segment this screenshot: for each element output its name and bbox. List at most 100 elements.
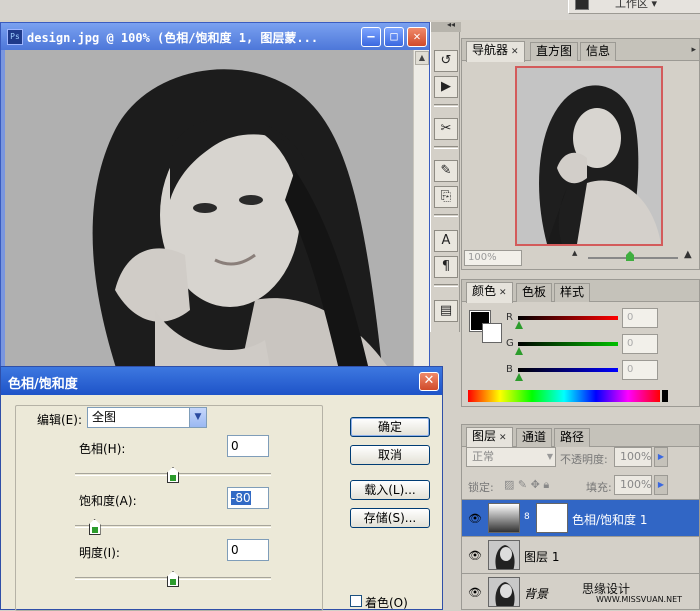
fill-label: 填充: (586, 481, 612, 494)
channel-b-input[interactable]: 0 (622, 360, 658, 380)
document-title-bar[interactable]: Ps design.jpg @ 100% (色相/饱和度 1, 图层蒙... –… (1, 23, 429, 50)
channel-b-slider[interactable] (518, 368, 618, 372)
dialog-title-bar[interactable]: 色相/饱和度 ✕ (1, 367, 442, 395)
palette-well: ◂◂ ↺ ▶ ✂ ✎ ⎘ A ¶ ▤ (430, 20, 461, 332)
layer-thumbnail (488, 540, 520, 570)
color-tabs: 颜色 ✕ 色板 样式 (462, 280, 699, 303)
zoom-out-icon[interactable]: ▲ (572, 249, 577, 257)
tool-separator (434, 284, 458, 287)
close-dialog-button[interactable]: ✕ (419, 372, 439, 391)
canvas-photo[interactable] (5, 50, 413, 395)
layer-mask-thumbnail[interactable] (536, 503, 568, 533)
chevron-down-icon: ▼ (546, 452, 553, 461)
load-button[interactable]: 载入(L)... (350, 480, 430, 500)
watermark: 思缘设计 WWW.MISSVUAN.NET (582, 580, 700, 610)
scroll-up-button[interactable]: ▲ (415, 51, 429, 65)
channel-g-label: G (506, 338, 514, 349)
channel-b-thumb[interactable] (515, 373, 523, 381)
colorize-label: 着色(O) (365, 596, 408, 610)
navigator-thumbnail[interactable] (515, 66, 663, 246)
tab-color[interactable]: 颜色 ✕ (466, 282, 513, 303)
hue-saturation-dialog: 色相/饱和度 ✕ 编辑(E): 全图 ▼ 色相(H): 0 饱和度(A): -8… (0, 366, 443, 611)
color-spectrum-bar[interactable] (468, 390, 660, 402)
minimize-button[interactable]: – (361, 27, 381, 47)
channel-r-slider[interactable] (518, 316, 618, 320)
blend-mode-select[interactable]: 正常 ▼ (466, 447, 556, 467)
tab-navigator[interactable]: 导航器 ✕ (466, 41, 525, 62)
tab-styles[interactable]: 样式 (554, 283, 591, 302)
dialog-title: 色相/饱和度 (8, 377, 78, 392)
tools-icon[interactable]: ✂ (434, 118, 458, 140)
channel-r-thumb[interactable] (515, 321, 523, 329)
eye-icon[interactable]: 👁︎ (468, 512, 482, 525)
cancel-button[interactable]: 取消 (350, 445, 430, 465)
close-tab-icon[interactable]: ✕ (499, 433, 507, 443)
actions-play-icon[interactable]: ▶ (434, 76, 458, 98)
document-title: design.jpg @ 100% (色相/饱和度 1, 图层蒙... (27, 31, 319, 45)
tab-paths[interactable]: 路径 (554, 428, 591, 447)
opacity-input[interactable]: 100% (614, 447, 652, 467)
tab-swatches[interactable]: 色板 (516, 283, 553, 302)
opacity-arrow-icon[interactable]: ▶ (654, 447, 668, 467)
chevron-down-icon[interactable]: ▼ (189, 408, 206, 427)
tab-channels[interactable]: 通道 (516, 428, 553, 447)
eye-icon[interactable]: 👁︎ (468, 586, 482, 599)
notes-icon[interactable]: ▤ (434, 300, 458, 322)
zoom-slider-thumb[interactable] (626, 251, 634, 261)
navigator-zoom-field[interactable]: 100% (464, 250, 522, 266)
save-button[interactable]: 存储(S)... (350, 508, 430, 528)
hue-input[interactable]: 0 (227, 435, 269, 457)
tool-separator (434, 214, 458, 217)
fill-arrow-icon[interactable]: ▶ (654, 475, 668, 495)
document-window: Ps design.jpg @ 100% (色相/饱和度 1, 图层蒙... –… (0, 22, 430, 422)
tool-separator (434, 146, 458, 149)
eye-icon[interactable]: 👁︎ (468, 549, 482, 562)
collapse-icon: ◂◂ (447, 20, 456, 29)
maximize-button[interactable]: □ (384, 27, 404, 47)
watermark-url: WWW.MISSVUAN.NET (596, 595, 683, 604)
close-tab-icon[interactable]: ✕ (499, 288, 507, 298)
layers-tabs: 图层 ✕ 通道 路径 (462, 425, 699, 448)
workspace-icon (575, 0, 589, 10)
clone-source-icon[interactable]: ⎘ (434, 186, 458, 208)
workspace-menu[interactable]: 工作区 ▾ (568, 0, 700, 14)
saturation-slider-track[interactable] (75, 525, 271, 528)
background-color-swatch[interactable] (482, 323, 502, 343)
layer-row[interactable]: 👁︎ 图层 1 (462, 536, 699, 573)
character-icon[interactable]: A (434, 230, 458, 252)
paragraph-icon[interactable]: ¶ (434, 256, 458, 278)
channel-r-label: R (506, 312, 513, 323)
tab-info[interactable]: 信息 (580, 42, 617, 61)
document-scrollbar[interactable]: ▲ (413, 50, 429, 390)
layer-name: 图层 1 (524, 550, 560, 564)
lightness-label: 明度(I): (79, 546, 120, 560)
channel-r-input[interactable]: 0 (622, 308, 658, 328)
saturation-input[interactable]: -80 (227, 487, 269, 509)
tab-histogram[interactable]: 直方图 (530, 42, 579, 61)
layer-row[interactable]: 👁︎ 8 色相/饱和度 1 (462, 499, 699, 536)
zoom-in-icon[interactable]: ▲ (684, 249, 692, 260)
palette-grip[interactable]: ◂◂ (431, 20, 461, 32)
lightness-input[interactable]: 0 (227, 539, 269, 561)
panel-menu-icon[interactable]: ▸ (691, 45, 696, 55)
history-brush-icon[interactable]: ↺ (434, 50, 458, 72)
black-swatch[interactable] (662, 390, 668, 402)
channel-g-input[interactable]: 0 (622, 334, 658, 354)
ok-button[interactable]: 确定 (350, 417, 430, 437)
channel-b-label: B (506, 364, 513, 375)
lock-icons[interactable]: ▨ ✎ ✥ 🔒︎ (504, 478, 549, 492)
tab-layers[interactable]: 图层 ✕ (466, 427, 513, 448)
channel-g-slider[interactable] (518, 342, 618, 346)
brushes-icon[interactable]: ✎ (434, 160, 458, 182)
layer-name: 背景 (524, 587, 549, 601)
channel-g-thumb[interactable] (515, 347, 523, 355)
tool-separator (434, 104, 458, 107)
fill-input[interactable]: 100% (614, 475, 652, 495)
layer-thumbnail (488, 577, 520, 607)
hue-label: 色相(H): (79, 442, 126, 456)
edit-select[interactable]: 全图 ▼ (87, 407, 207, 428)
layer-name: 色相/饱和度 1 (572, 513, 648, 527)
colorize-checkbox[interactable] (350, 595, 362, 607)
close-document-button[interactable]: ✕ (407, 27, 427, 47)
close-tab-icon[interactable]: ✕ (511, 47, 519, 57)
